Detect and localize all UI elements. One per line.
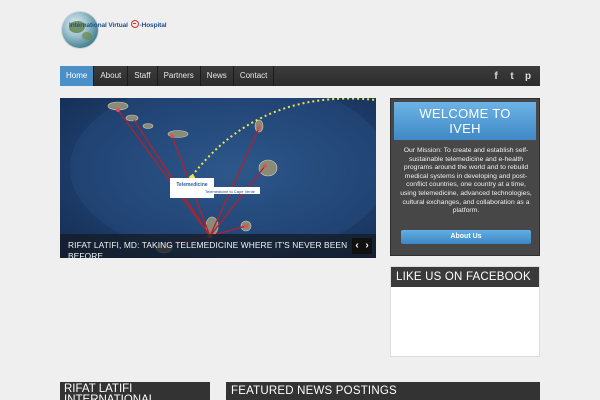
nav-item-about[interactable]: About [94, 66, 129, 86]
slider-next-icon[interactable]: › [362, 238, 372, 254]
nav-item-staff[interactable]: Staff [128, 66, 158, 86]
nav-item-contact[interactable]: Contact [234, 66, 275, 86]
section-title-featured-news: FEATURED NEWS POSTINGS [226, 382, 540, 400]
site-logo[interactable]: International Virtual -Hospital [60, 12, 170, 50]
slider-caption[interactable]: Rifat Latifi, MD: Taking Telemedicine Wh… [60, 234, 376, 258]
globe-icon [62, 12, 98, 48]
welcome-title: WELCOME TO IVEH [394, 102, 536, 140]
facebook-widget: LIKE US ON FACEBOOK [390, 266, 540, 357]
about-us-button[interactable]: About Us [401, 230, 531, 244]
pinterest-icon[interactable]: p [520, 71, 536, 82]
nav-item-partners[interactable]: Partners [158, 66, 201, 86]
e-circle-icon [130, 20, 139, 28]
map-sublabel: Telemedicine to Cape Verde [205, 189, 256, 194]
slider-prev-icon[interactable]: ‹ [352, 238, 362, 254]
facebook-widget-title: LIKE US ON FACEBOOK [391, 267, 539, 287]
section-title-rifat-latifi: RIFAT LATIFI INTERNATIONAL [60, 382, 210, 400]
mission-text: Our Mission: To create and establish sel… [400, 147, 532, 215]
featured-slider[interactable]: Telemedicine Telemedicine to Cape Verde … [60, 98, 376, 258]
facebook-icon[interactable]: f [488, 71, 504, 82]
slider-arrows: ‹ › [352, 238, 372, 254]
nav-item-home[interactable]: Home [60, 66, 95, 86]
main-nav: Home About Staff Partners News Contact f… [60, 66, 540, 86]
site-name: International Virtual -Hospital [69, 20, 167, 29]
nav-item-news[interactable]: News [201, 66, 234, 86]
twitter-icon[interactable]: t [504, 71, 520, 82]
slider-caption-text[interactable]: Rifat Latifi, MD: Taking Telemedicine Wh… [68, 240, 348, 258]
welcome-box: WELCOME TO IVEH Our Mission: To create a… [390, 98, 540, 256]
social-links: f t p [488, 66, 540, 86]
